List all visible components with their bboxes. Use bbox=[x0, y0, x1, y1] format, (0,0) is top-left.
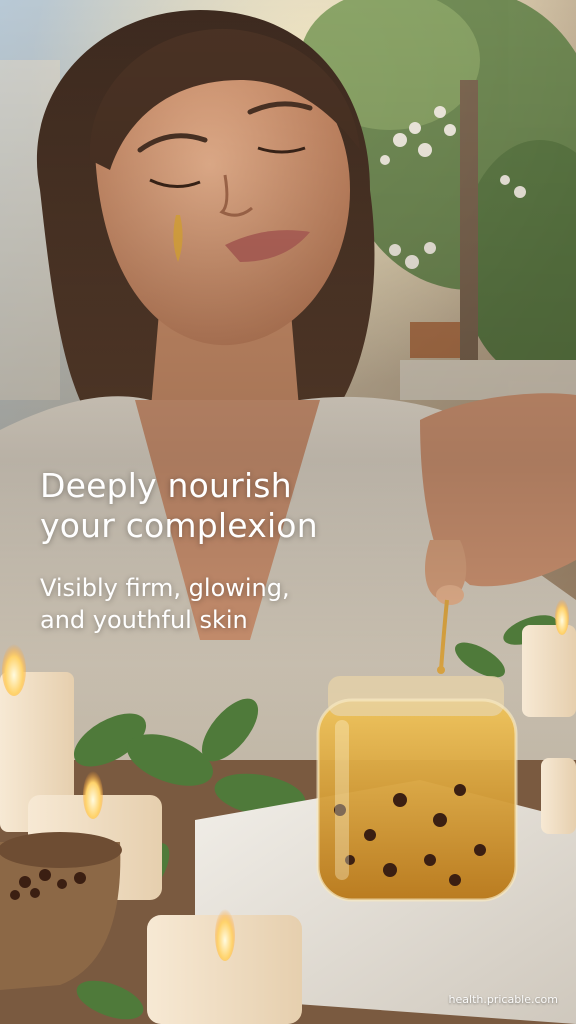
headline: Deeply nourish your complexion bbox=[40, 466, 420, 546]
subheadline-line-1: Visibly firm, glowing, bbox=[40, 574, 290, 602]
subheadline: Visibly firm, glowing, and youthful skin bbox=[40, 572, 420, 636]
headline-line-1: Deeply nourish bbox=[40, 466, 292, 505]
headline-line-2: your complexion bbox=[40, 506, 318, 545]
oil-jar bbox=[316, 676, 518, 902]
subheadline-line-2: and youthful skin bbox=[40, 606, 248, 634]
watermark: health.pricable.com bbox=[448, 993, 558, 1006]
